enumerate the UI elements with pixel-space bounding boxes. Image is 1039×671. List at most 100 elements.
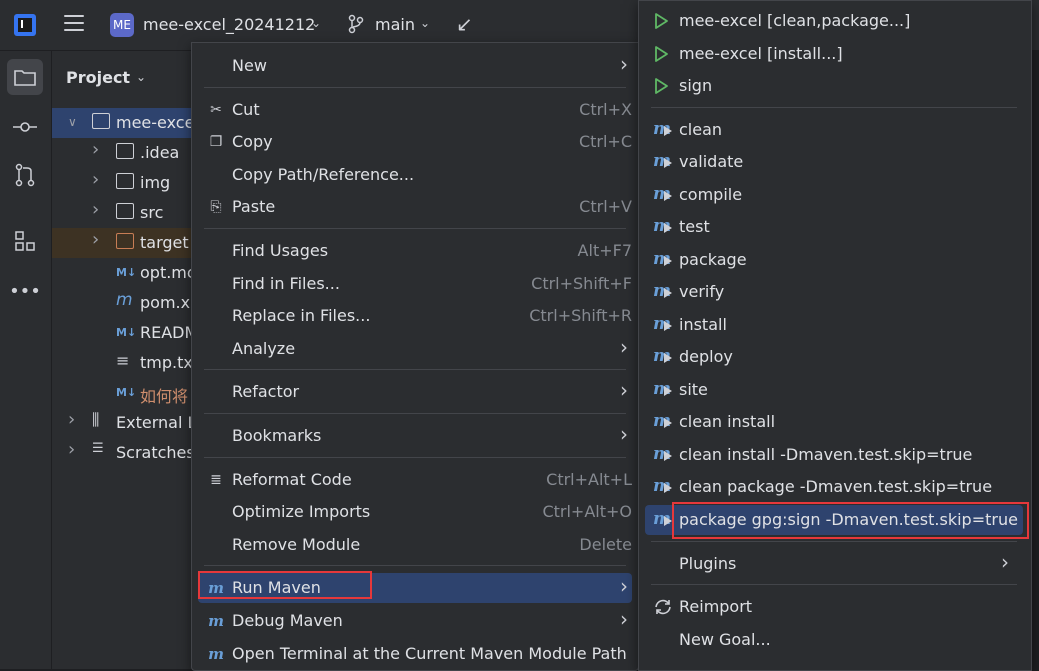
chevron-right-icon[interactable]: › — [92, 139, 99, 160]
maven-goal-icon: m — [653, 151, 672, 171]
submenu-item[interactable]: New Goal... — [645, 625, 1023, 655]
menu-item-new[interactable]: New › — [198, 51, 632, 81]
panel-title[interactable]: Project — [66, 68, 130, 87]
tree-item[interactable]: m pom.xı — [52, 288, 202, 318]
chevron-down-icon[interactable]: ⌄ — [311, 16, 321, 30]
chevron-right-icon[interactable]: › — [92, 169, 99, 190]
submenu-item[interactable]: m compile — [645, 180, 1023, 210]
intellij-logo-icon[interactable] — [14, 14, 36, 36]
git-branch-icon[interactable] — [348, 14, 364, 34]
submenu-item[interactable]: m clean install -Dmaven.test.skip=true — [645, 440, 1023, 470]
chevron-right-icon: › — [620, 52, 628, 76]
submenu-item[interactable]: m package — [645, 245, 1023, 275]
maven-goal-icon: m — [653, 346, 672, 366]
branch-switcher[interactable]: main — [375, 15, 415, 34]
submenu-item[interactable]: m site — [645, 375, 1023, 405]
chevron-right-icon[interactable]: › — [68, 439, 75, 460]
menu-item-analyze[interactable]: Analyze › — [198, 334, 632, 364]
menu-separator — [204, 457, 626, 458]
project-folder-icon[interactable] — [7, 59, 43, 95]
submenu-item-label: clean install — [679, 412, 776, 431]
chevron-right-icon[interactable]: › — [92, 229, 99, 250]
menu-item-label: Remove Module — [232, 535, 361, 554]
menu-item-remove-module[interactable]: Remove Module Delete — [198, 530, 632, 560]
text-file-icon: ≡ — [116, 351, 130, 370]
maven-goal-icon: m — [653, 119, 672, 139]
maven-goal-icon: m — [653, 281, 672, 301]
submenu-item-label: verify — [679, 282, 725, 301]
submenu-item[interactable]: mee-excel [install...] — [645, 39, 1023, 69]
submenu-item-label: Reimport — [679, 597, 753, 616]
submenu-item[interactable]: sign — [645, 71, 1023, 101]
tree-item[interactable]: › .idea — [52, 138, 202, 168]
menu-item-copy[interactable]: ❐ Copy Ctrl+C — [198, 127, 632, 157]
submenu-item-label: sign — [679, 76, 713, 95]
submenu-item[interactable]: m install — [645, 310, 1023, 340]
maven-goal-icon: m — [653, 476, 672, 496]
menu-item-label: Refactor — [232, 382, 300, 401]
menu-item-optimize-imports[interactable]: Optimize Imports Ctrl+Alt+O — [198, 497, 632, 527]
chevron-down-icon[interactable]: ⌄ — [136, 70, 146, 84]
tree-item[interactable]: › img — [52, 168, 202, 198]
chevron-right-icon[interactable]: › — [68, 409, 75, 430]
submenu-item[interactable]: m verify — [645, 277, 1023, 307]
commit-icon[interactable] — [7, 109, 43, 145]
submenu-item-label: package — [679, 250, 747, 269]
submenu-item[interactable]: m test — [645, 212, 1023, 242]
submenu-item[interactable]: m clean — [645, 115, 1023, 145]
chevron-down-icon[interactable]: ⌄ — [420, 16, 430, 30]
maven-goal-icon: m — [653, 184, 672, 204]
tree-item-label: target — [140, 233, 189, 252]
menu-item-label: Bookmarks — [232, 426, 322, 445]
tree-item[interactable]: › ☰ Scratches — [52, 438, 202, 468]
paste-icon: ⎘ — [210, 199, 222, 215]
main-menu-icon[interactable] — [64, 15, 84, 33]
menu-item-paste[interactable]: ⎘ Paste Ctrl+V — [198, 192, 632, 222]
tree-item[interactable]: ≡ tmp.tx — [52, 348, 202, 378]
project-switcher[interactable]: mee-excel_20241212 — [143, 15, 315, 34]
menu-item-reformat-code[interactable]: ≣ Reformat Code Ctrl+Alt+L — [198, 465, 632, 495]
menu-separator — [204, 413, 626, 414]
menu-item-refactor[interactable]: Refactor › — [198, 377, 632, 407]
tree-item-label: src — [140, 203, 164, 222]
menu-separator — [651, 584, 1017, 585]
submenu-item-label: clean package -Dmaven.test.skip=true — [679, 477, 993, 496]
submenu-item[interactable]: m clean install — [645, 407, 1023, 437]
menu-item-bookmarks[interactable]: Bookmarks › — [198, 421, 632, 451]
pull-requests-icon[interactable] — [7, 157, 43, 193]
menu-item-cut[interactable]: ✂ Cut Ctrl+X — [198, 95, 632, 125]
submenu-item[interactable]: Reimport — [645, 592, 1023, 622]
structure-icon[interactable] — [7, 223, 43, 259]
tree-item[interactable]: › src — [52, 198, 202, 228]
menu-item-find-in-files[interactable]: Find in Files... Ctrl+Shift+F — [198, 269, 632, 299]
tree-item[interactable]: ∨ mee-excel — [52, 108, 202, 138]
menu-item-copy-path-reference[interactable]: Copy Path/Reference... — [198, 160, 632, 190]
chevron-right-icon: › — [620, 422, 628, 446]
project-badge[interactable]: ME — [110, 13, 134, 37]
menu-item-open-terminal-at-the-current-maven-module-path[interactable]: m Open Terminal at the Current Maven Modu… — [198, 639, 632, 669]
submenu-item[interactable]: mee-excel [clean,package...] — [645, 6, 1023, 36]
chevron-right-icon[interactable]: › — [92, 199, 99, 220]
submenu-item-label: test — [679, 217, 710, 236]
submenu-item[interactable]: m deploy — [645, 342, 1023, 372]
submenu-item[interactable]: m clean package -Dmaven.test.skip=true — [645, 472, 1023, 502]
shortcut-hint: Delete — [579, 535, 632, 554]
tree-item[interactable]: M↓ READM — [52, 318, 202, 348]
more-tools-icon[interactable]: ••• — [7, 273, 43, 309]
menu-item-debug-maven[interactable]: m Debug Maven › — [198, 606, 632, 636]
menu-separator — [651, 107, 1017, 108]
menu-item-replace-in-files[interactable]: Replace in Files... Ctrl+Shift+R — [198, 301, 632, 331]
chevron-down-icon[interactable]: ∨ — [68, 115, 77, 129]
tree-item[interactable]: M↓ 如何将 — [52, 378, 202, 408]
update-project-icon[interactable]: ↙ — [456, 12, 473, 36]
submenu-item[interactable]: Plugins › — [645, 549, 1023, 579]
tree-item[interactable]: M↓ opt.mc — [52, 258, 202, 288]
maven-goal-icon: m — [653, 314, 672, 334]
tree-item[interactable]: › target — [52, 228, 202, 258]
reimport-icon — [653, 598, 673, 616]
menu-item-find-usages[interactable]: Find Usages Alt+F7 — [198, 236, 632, 266]
menu-item-label: Debug Maven — [232, 611, 343, 630]
tree-item[interactable]: › ⫼ External L — [52, 408, 202, 438]
submenu-item-label: validate — [679, 152, 744, 171]
submenu-item[interactable]: m validate — [645, 147, 1023, 177]
